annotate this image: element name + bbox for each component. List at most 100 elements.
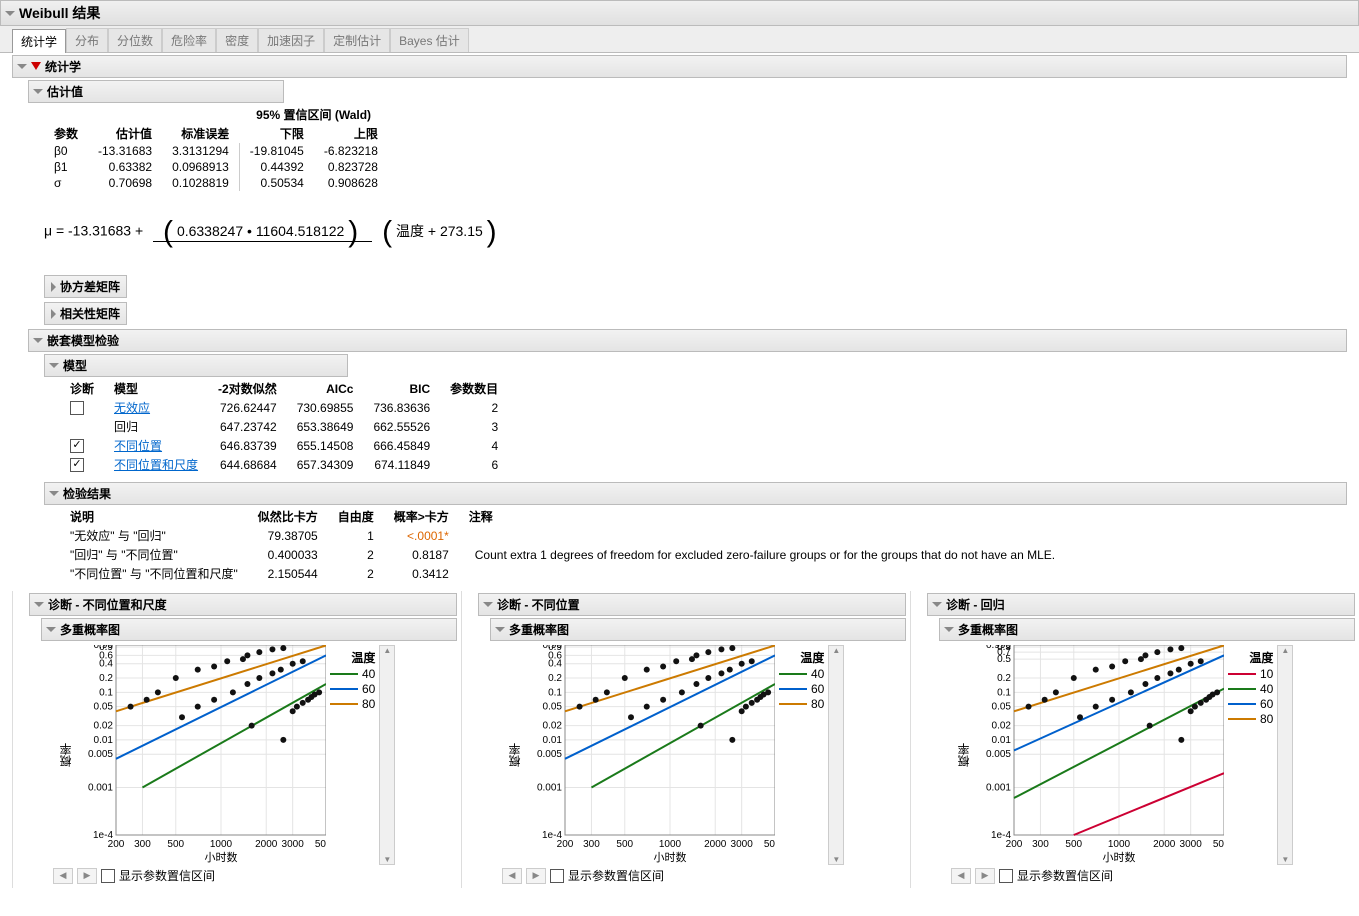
- subpanel-header[interactable]: 多重概率图: [490, 618, 906, 641]
- section-correlation[interactable]: 相关性矩阵: [44, 302, 127, 325]
- probability-plot[interactable]: 概率20030050010002000300050001e-40.0010.00…: [502, 645, 906, 865]
- model-link[interactable]: 无效应: [114, 401, 150, 415]
- prev-button[interactable]: ◀: [53, 868, 73, 884]
- svg-text:300: 300: [583, 839, 600, 850]
- disclosure-icon[interactable]: [34, 602, 44, 607]
- svg-text:5000: 5000: [764, 839, 775, 850]
- disclosure-icon[interactable]: [944, 627, 954, 632]
- svg-text:2000: 2000: [704, 839, 727, 850]
- diagnose-checkbox[interactable]: [70, 458, 84, 472]
- disclosure-icon[interactable]: [483, 602, 493, 607]
- y-axis-label: 概率: [502, 645, 527, 865]
- disclosure-icon[interactable]: [51, 282, 56, 292]
- y-axis-label: 概率: [53, 645, 78, 865]
- svg-text:0.99: 0.99: [543, 645, 563, 651]
- show-ci-checkbox[interactable]: [550, 869, 564, 883]
- disclosure-icon[interactable]: [49, 491, 59, 496]
- disclosure-icon[interactable]: [5, 11, 15, 16]
- tab-2[interactable]: 分位数: [108, 28, 162, 52]
- scrollbar[interactable]: ▲▼: [828, 645, 844, 865]
- scrollbar[interactable]: ▲▼: [1277, 645, 1293, 865]
- section-model[interactable]: 模型: [44, 354, 348, 377]
- section-tests[interactable]: 检验结果: [44, 482, 1347, 505]
- panel-header[interactable]: 诊断 - 不同位置: [478, 593, 906, 616]
- svg-text:0.99: 0.99: [94, 645, 114, 651]
- table-row: 不同位置和尺度644.68684657.34309674.118496: [60, 455, 508, 474]
- window-title-bar: Weibull 结果: [0, 0, 1359, 26]
- hotspot-icon[interactable]: [31, 62, 41, 72]
- disclosure-icon[interactable]: [49, 363, 59, 368]
- svg-text:0.2: 0.2: [99, 673, 113, 684]
- disclosure-icon[interactable]: [46, 627, 56, 632]
- svg-text:5000: 5000: [315, 839, 326, 850]
- table-row: σ0.706980.10288190.505340.908628: [44, 175, 388, 191]
- tab-0[interactable]: 统计学: [12, 29, 66, 53]
- table-row: 无效应726.62447730.69855736.836362: [60, 398, 508, 417]
- table-row: "不同位置" 与 "不同位置和尺度"2.15054420.3412: [60, 564, 1065, 583]
- legend: 温度406080: [775, 645, 828, 865]
- show-ci-checkbox[interactable]: [999, 869, 1013, 883]
- tab-1[interactable]: 分布: [66, 28, 108, 52]
- prev-button[interactable]: ◀: [951, 868, 971, 884]
- svg-text:1e-4: 1e-4: [991, 830, 1011, 841]
- disclosure-icon[interactable]: [17, 64, 27, 69]
- section-nested[interactable]: 嵌套模型检验: [28, 329, 1347, 352]
- next-button[interactable]: ▶: [77, 868, 97, 884]
- svg-text:300: 300: [134, 839, 151, 850]
- table-row: 不同位置646.83739655.14508666.458494: [60, 436, 508, 455]
- model-link[interactable]: 不同位置: [114, 439, 162, 453]
- svg-text:2000: 2000: [1153, 839, 1176, 850]
- subpanel-header[interactable]: 多重概率图: [41, 618, 457, 641]
- section-statistics[interactable]: 统计学: [12, 55, 1347, 78]
- show-ci-checkbox[interactable]: [101, 869, 115, 883]
- svg-text:0.001: 0.001: [88, 782, 113, 793]
- panel-header[interactable]: 诊断 - 不同位置和尺度: [29, 593, 457, 616]
- diagnose-checkbox[interactable]: [70, 439, 84, 453]
- legend: 温度406080: [326, 645, 379, 865]
- tab-3[interactable]: 危险率: [162, 28, 216, 52]
- svg-text:500: 500: [1065, 839, 1082, 850]
- scrollbar[interactable]: ▲▼: [379, 645, 395, 865]
- svg-text:0.005: 0.005: [88, 749, 113, 760]
- probability-plot[interactable]: 概率20030050010002000300050001e-40.0010.00…: [53, 645, 457, 865]
- tab-7[interactable]: Bayes 估计: [390, 28, 469, 52]
- section-title: 统计学: [45, 58, 81, 75]
- table-row: β10.633820.09689130.443920.823728: [44, 159, 388, 175]
- svg-text:0.2: 0.2: [997, 673, 1011, 684]
- diagnose-checkbox[interactable]: [70, 401, 84, 415]
- disclosure-icon[interactable]: [33, 338, 43, 343]
- svg-text:500: 500: [616, 839, 633, 850]
- section-estimates[interactable]: 估计值: [28, 80, 284, 103]
- tab-4[interactable]: 密度: [216, 28, 258, 52]
- legend: 温度10406080: [1224, 645, 1277, 865]
- table-row: 回归647.23742653.38649662.555263: [60, 417, 508, 436]
- model-link[interactable]: 不同位置和尺度: [114, 458, 198, 472]
- svg-text:1e-4: 1e-4: [93, 830, 113, 841]
- disclosure-icon[interactable]: [51, 309, 56, 319]
- tab-6[interactable]: 定制估计: [324, 28, 390, 52]
- probability-plot[interactable]: 概率20030050010002000300050001e-40.0010.00…: [951, 645, 1355, 865]
- svg-text:0.05: 0.05: [543, 702, 563, 713]
- panel-footer: ◀▶显示参数置信区间: [502, 867, 906, 884]
- disclosure-icon[interactable]: [33, 89, 43, 94]
- svg-text:0.01: 0.01: [543, 735, 563, 746]
- svg-text:1000: 1000: [1108, 839, 1131, 850]
- svg-text:1000: 1000: [659, 839, 682, 850]
- panel-header[interactable]: 诊断 - 回归: [927, 593, 1355, 616]
- svg-text:3000: 3000: [731, 839, 754, 850]
- panel-footer: ◀▶显示参数置信区间: [53, 867, 457, 884]
- next-button[interactable]: ▶: [975, 868, 995, 884]
- svg-text:3000: 3000: [282, 839, 305, 850]
- diagnostic-panel: 诊断 - 回归多重概率图概率20030050010002000300050001…: [910, 591, 1359, 888]
- svg-text:5000: 5000: [1213, 839, 1224, 850]
- prev-button[interactable]: ◀: [502, 868, 522, 884]
- svg-text:小时数: 小时数: [654, 851, 687, 863]
- subpanel-header[interactable]: 多重概率图: [939, 618, 1355, 641]
- disclosure-icon[interactable]: [932, 602, 942, 607]
- next-button[interactable]: ▶: [526, 868, 546, 884]
- disclosure-icon[interactable]: [495, 627, 505, 632]
- section-covariance[interactable]: 协方差矩阵: [44, 275, 127, 298]
- mu-equation: μ = -13.31683 + ( 0.6338247 • 11604.5181…: [44, 215, 1347, 249]
- diagnostics-row: 诊断 - 不同位置和尺度多重概率图概率200300500100020003000…: [12, 591, 1359, 888]
- tab-5[interactable]: 加速因子: [258, 28, 324, 52]
